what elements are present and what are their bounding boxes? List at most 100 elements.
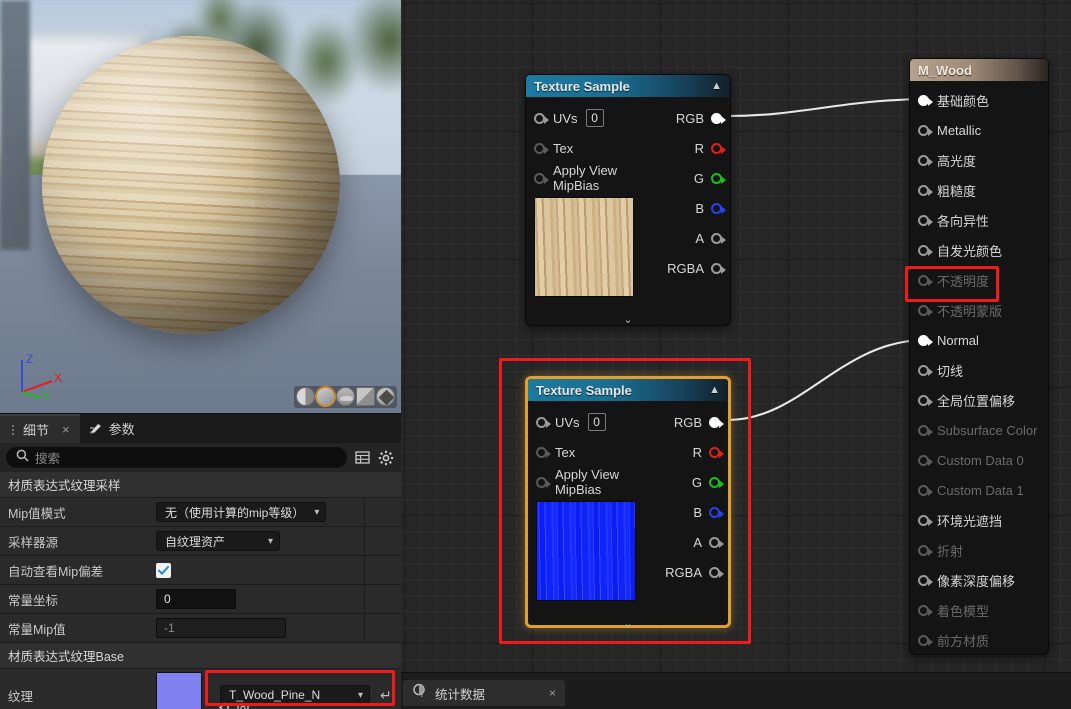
input-pin-uvs[interactable]	[534, 112, 549, 124]
material-pin-row[interactable]: 不透明度	[910, 265, 1048, 295]
pin-row-apply-view-mipbias[interactable]: Apply View MipBias	[526, 163, 644, 193]
output-pin-b[interactable]	[709, 506, 724, 518]
section-header-texture-base[interactable]: 材质表达式纹理Base	[0, 643, 401, 669]
cylinder-shape-button[interactable]	[296, 387, 315, 406]
node-expand-chevron[interactable]: ⌄	[526, 307, 730, 331]
chevron-up-icon[interactable]: ▲	[709, 384, 720, 396]
material-input-pin[interactable]	[918, 634, 933, 646]
material-pin-row[interactable]: 不透明蒙版	[910, 295, 1048, 325]
texture-thumbnail[interactable]	[156, 672, 202, 709]
pin-row-r[interactable]: R	[642, 437, 728, 467]
settings-gear-icon[interactable]	[377, 449, 395, 467]
output-pin-rgb[interactable]	[711, 112, 726, 124]
material-input-pin[interactable]	[918, 604, 933, 616]
material-pin-row[interactable]: Normal	[910, 325, 1048, 355]
material-pin-row[interactable]: 自发光颜色	[910, 235, 1048, 265]
output-pin-g[interactable]	[709, 476, 724, 488]
node-texture-thumbnail-wood[interactable]	[534, 197, 634, 297]
material-pin-row[interactable]: 切线	[910, 355, 1048, 385]
material-input-pin[interactable]	[918, 304, 933, 316]
output-pin-a[interactable]	[711, 232, 726, 244]
column-layout-icon[interactable]	[353, 449, 371, 467]
node-header[interactable]: Texture Sample ▲	[526, 75, 730, 97]
material-pin-row[interactable]: 环境光遮挡	[910, 505, 1048, 535]
texture-sample-basecolor-node[interactable]: Texture Sample ▲ UVs 0 Tex Apply View Mi…	[525, 74, 731, 326]
output-pin-r[interactable]	[711, 142, 726, 154]
material-input-pin[interactable]	[918, 124, 933, 136]
pin-row-g[interactable]: G	[642, 467, 728, 497]
material-pin-row[interactable]: Subsurface Color	[910, 415, 1048, 445]
custom-mesh-shape-button[interactable]	[376, 387, 395, 406]
output-pin-rgb[interactable]	[709, 416, 724, 428]
output-pin-b[interactable]	[711, 202, 726, 214]
material-pin-row[interactable]: 高光度	[910, 145, 1048, 175]
material-input-pin[interactable]	[918, 424, 933, 436]
output-pin-rgba[interactable]	[711, 262, 726, 274]
input-pin-tex[interactable]	[536, 446, 551, 458]
pin-row-rgba[interactable]: RGBA	[642, 557, 728, 587]
texture-sample-normal-node[interactable]: Texture Sample ▲ UVs 0 Tex Apply View Mi…	[525, 376, 731, 630]
input-pin-tex[interactable]	[534, 142, 549, 154]
material-pin-row[interactable]: 全局位置偏移	[910, 385, 1048, 415]
stats-tab-close-icon[interactable]: ×	[549, 686, 556, 700]
material-pin-row[interactable]: 粗糙度	[910, 175, 1048, 205]
material-input-pin[interactable]	[918, 214, 933, 226]
pin-row-b[interactable]: B	[644, 193, 730, 223]
output-pin-g[interactable]	[711, 172, 726, 184]
tab-details[interactable]: 细节 ×	[0, 414, 80, 443]
material-input-pin[interactable]	[918, 394, 933, 406]
material-node-header[interactable]: M_Wood	[910, 59, 1048, 81]
material-pin-row[interactable]: 着色模型	[910, 595, 1048, 625]
plane-shape-button[interactable]	[336, 387, 355, 406]
reset-to-default-icon[interactable]: ↵	[380, 687, 392, 704]
chevron-up-icon[interactable]: ▲	[711, 80, 722, 92]
material-graph-canvas[interactable]: Texture Sample ▲ UVs 0 Tex Apply View Mi…	[401, 0, 1071, 709]
material-input-pin[interactable]	[918, 454, 933, 466]
material-input-pin[interactable]	[918, 274, 933, 286]
material-pin-row[interactable]: 像素深度偏移	[910, 565, 1048, 595]
search-input[interactable]: 搜索	[6, 447, 347, 468]
uvs-value-badge[interactable]: 0	[587, 413, 606, 431]
cube-shape-button[interactable]	[356, 387, 375, 406]
preview-shape-toolbar[interactable]	[294, 386, 397, 408]
pin-row-tex[interactable]: Tex	[526, 133, 644, 163]
tab-parameters[interactable]: 参数	[80, 414, 145, 443]
input-pin-apply-view-mipbias[interactable]	[534, 172, 549, 184]
material-pin-row[interactable]: Metallic	[910, 115, 1048, 145]
use-selected-asset-icon[interactable]	[236, 701, 250, 709]
material-pin-row[interactable]: Custom Data 0	[910, 445, 1048, 475]
output-pin-rgba[interactable]	[709, 566, 724, 578]
pin-row-g[interactable]: G	[644, 163, 730, 193]
material-input-pin[interactable]	[918, 544, 933, 556]
sampler-source-dropdown[interactable]: 自纹理资产 ▾	[156, 531, 280, 551]
pin-row-a[interactable]: A	[644, 223, 730, 253]
output-pin-a[interactable]	[709, 536, 724, 548]
const-mip-value-input[interactable]: -1	[156, 618, 286, 638]
node-texture-thumbnail-normal[interactable]	[536, 501, 636, 601]
material-pin-row[interactable]: 前方材质	[910, 625, 1048, 655]
material-pin-row[interactable]: 各向异性	[910, 205, 1048, 235]
pin-row-a[interactable]: A	[642, 527, 728, 557]
material-input-pin[interactable]	[918, 184, 933, 196]
mip-value-mode-dropdown[interactable]: 无（使用计算的mip等级） ▾	[156, 502, 327, 522]
material-input-pin[interactable]	[918, 334, 933, 346]
const-coordinate-input[interactable]: 0	[156, 589, 236, 609]
auto-view-mip-bias-checkbox[interactable]	[156, 562, 171, 578]
material-preview-viewport[interactable]: Z X Y	[0, 0, 401, 413]
stats-tab[interactable]: i 统计数据 ×	[403, 680, 565, 706]
section-header-texture-sample[interactable]: 材质表达式纹理采样	[0, 472, 401, 498]
pin-row-rgba[interactable]: RGBA	[644, 253, 730, 283]
material-input-pin[interactable]	[918, 484, 933, 496]
pin-row-b[interactable]: B	[642, 497, 728, 527]
output-pin-r[interactable]	[709, 446, 724, 458]
pin-row-rgb[interactable]: RGB	[642, 407, 728, 437]
material-input-pin[interactable]	[918, 574, 933, 586]
material-output-node[interactable]: M_Wood 基础颜色 Metallic 高光度 粗糙度 各向异性 自发光颜色 不透明度 不透…	[909, 58, 1049, 655]
material-pin-row[interactable]: 基础颜色	[910, 85, 1048, 115]
material-pin-row[interactable]: Custom Data 1	[910, 475, 1048, 505]
pin-row-uvs[interactable]: UVs 0	[526, 103, 644, 133]
input-pin-apply-view-mipbias[interactable]	[536, 476, 551, 488]
pin-row-tex[interactable]: Tex	[528, 437, 642, 467]
material-pin-row[interactable]: 折射	[910, 535, 1048, 565]
material-input-pin[interactable]	[918, 364, 933, 376]
